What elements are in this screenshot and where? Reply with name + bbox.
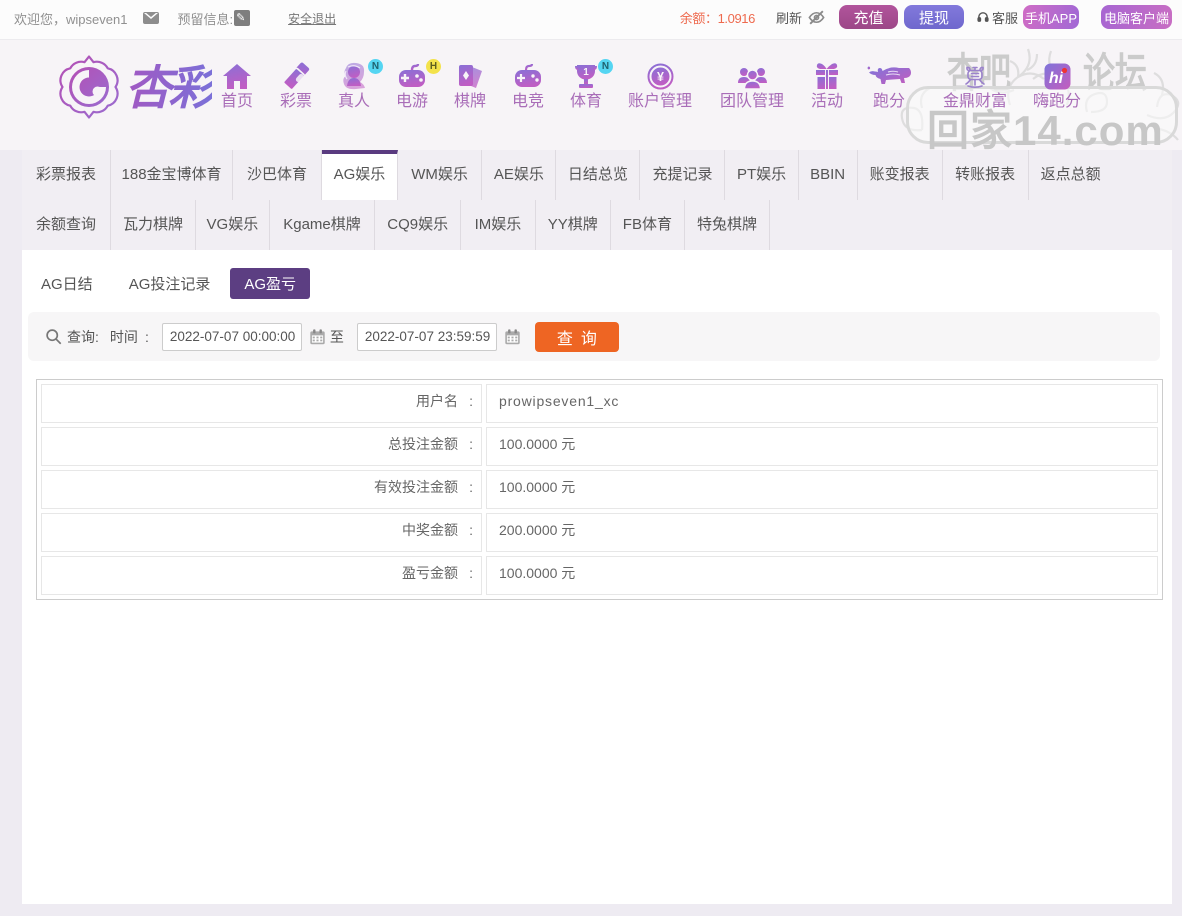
svg-text:hi: hi — [1048, 70, 1063, 87]
svg-text:1: 1 — [583, 67, 589, 78]
svg-text:¥: ¥ — [657, 70, 664, 84]
